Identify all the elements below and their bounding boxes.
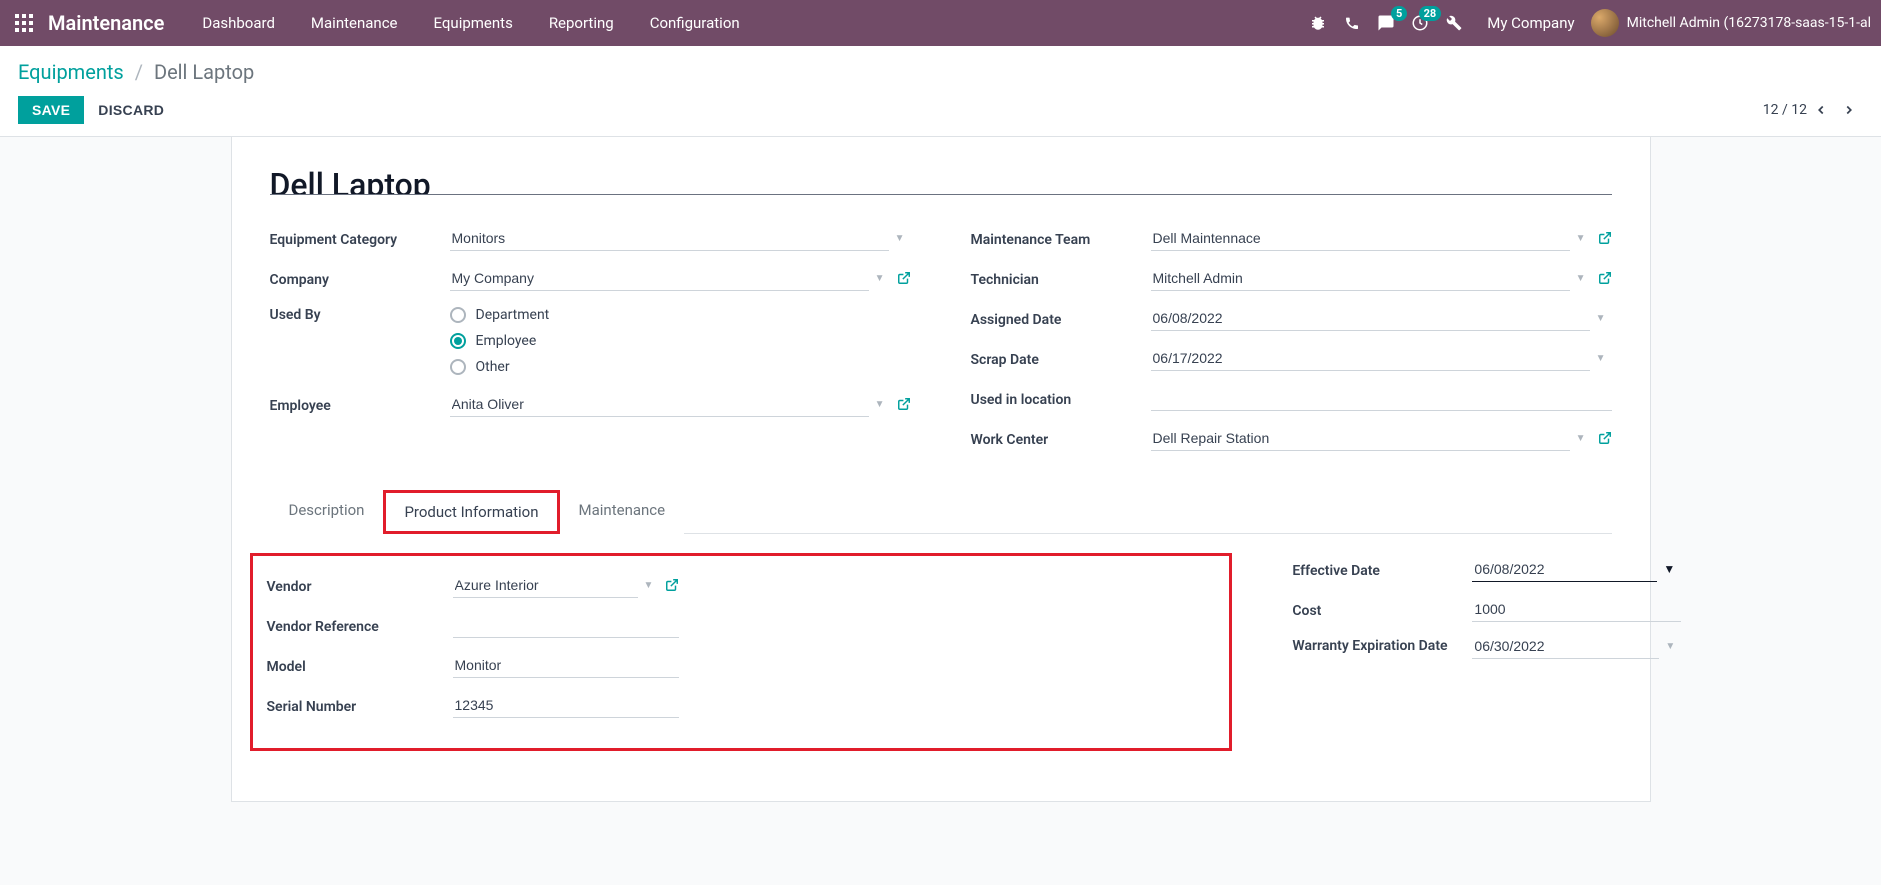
tab-maintenance[interactable]: Maintenance (560, 490, 685, 534)
vendor-input[interactable] (453, 573, 638, 598)
label-company: Company (270, 268, 450, 288)
maintenance-team-input[interactable] (1151, 226, 1570, 251)
scrap-date-input[interactable] (1151, 346, 1590, 371)
vendor-ref-input[interactable] (453, 613, 680, 638)
chevron-down-icon[interactable]: ▼ (1657, 562, 1681, 576)
form-left-column: Equipment Category ▼ Company ▼ (270, 223, 911, 463)
pager-text: 12 / 12 (1763, 102, 1807, 118)
effective-date-input[interactable] (1472, 557, 1657, 582)
chevron-down-icon[interactable]: ▼ (869, 273, 891, 284)
user-menu[interactable]: Mitchell Admin (16273178-saas-15-1-al (1627, 15, 1871, 31)
apps-icon[interactable] (10, 14, 38, 32)
save-button[interactable]: SAVE (18, 96, 84, 124)
bug-icon[interactable] (1301, 6, 1335, 40)
chevron-down-icon[interactable]: ▼ (1659, 641, 1681, 652)
model-input[interactable] (453, 653, 680, 678)
label-model: Model (267, 655, 453, 675)
external-link-icon[interactable] (891, 397, 911, 411)
work-center-input[interactable] (1151, 426, 1570, 451)
employee-input[interactable] (450, 392, 869, 417)
label-work-center: Work Center (971, 428, 1151, 448)
equipment-category-input[interactable] (450, 226, 889, 251)
form-right-column: Maintenance Team ▼ Technician ▼ (971, 223, 1612, 463)
nav-reporting[interactable]: Reporting (531, 14, 632, 32)
label-equipment-category: Equipment Category (270, 228, 450, 248)
activity-icon[interactable]: 28 (1403, 6, 1437, 40)
label-cost: Cost (1292, 599, 1472, 619)
label-warranty-expiration: Warranty Expiration Date (1292, 634, 1472, 654)
technician-input[interactable] (1151, 266, 1570, 291)
radio-other[interactable]: Other (450, 359, 550, 375)
tab-content-product-information: Vendor ▼ Vendor Reference (270, 534, 1612, 751)
chevron-down-icon[interactable]: ▼ (638, 580, 660, 591)
nav-maintenance[interactable]: Maintenance (293, 14, 416, 32)
nav-equipments[interactable]: Equipments (416, 14, 531, 32)
control-bar: Equipments / Dell Laptop SAVE DISCARD 12… (0, 46, 1881, 137)
tab-description[interactable]: Description (270, 490, 384, 534)
tab-product-information[interactable]: Product Information (383, 490, 559, 534)
pager-prev-icon[interactable] (1807, 96, 1835, 124)
label-maintenance-team: Maintenance Team (971, 228, 1151, 248)
radio-label: Department (476, 307, 550, 323)
external-link-icon[interactable] (1592, 231, 1612, 245)
breadcrumb-separator: / (135, 60, 143, 84)
breadcrumb-root[interactable]: Equipments (18, 60, 124, 84)
radio-employee[interactable]: Employee (450, 333, 550, 349)
warranty-expiration-input[interactable] (1472, 634, 1659, 659)
chevron-down-icon[interactable]: ▼ (1570, 233, 1592, 244)
serial-number-input[interactable] (453, 693, 680, 718)
pager-next-icon[interactable] (1835, 96, 1863, 124)
label-effective-date: Effective Date (1292, 559, 1472, 579)
tools-icon[interactable] (1437, 6, 1471, 40)
form-sheet: Dell Laptop Equipment Category ▼ Company… (231, 137, 1651, 802)
nav-configuration[interactable]: Configuration (632, 14, 758, 32)
discard-button[interactable]: DISCARD (98, 102, 164, 118)
phone-icon[interactable] (1335, 6, 1369, 40)
breadcrumb-current: Dell Laptop (154, 60, 254, 84)
external-link-icon[interactable] (1592, 271, 1612, 285)
company-input[interactable] (450, 266, 869, 291)
tab-bar: Description Product Information Maintena… (270, 489, 1612, 534)
label-serial-number: Serial Number (267, 695, 453, 715)
label-vendor-ref: Vendor Reference (267, 615, 453, 635)
label-used-by: Used By (270, 303, 450, 323)
chevron-down-icon[interactable]: ▼ (1570, 433, 1592, 444)
used-location-input[interactable] (1151, 386, 1612, 411)
assigned-date-input[interactable] (1151, 306, 1590, 331)
module-brand[interactable]: Maintenance (48, 11, 164, 35)
chevron-down-icon[interactable]: ▼ (869, 399, 891, 410)
messages-icon[interactable]: 5 (1369, 6, 1403, 40)
external-link-icon[interactable] (659, 578, 679, 592)
radio-label: Employee (476, 333, 537, 349)
radio-department[interactable]: Department (450, 307, 550, 323)
cost-input[interactable] (1472, 597, 1681, 622)
pager: 12 / 12 (1763, 96, 1863, 124)
label-employee: Employee (270, 394, 450, 414)
external-link-icon[interactable] (1592, 431, 1612, 445)
breadcrumb: Equipments / Dell Laptop (0, 46, 1881, 88)
company-switcher[interactable]: My Company (1487, 14, 1574, 32)
used-by-radio-group: Department Employee Other (450, 303, 550, 375)
nav-dashboard[interactable]: Dashboard (184, 14, 293, 32)
chevron-down-icon[interactable]: ▼ (1590, 313, 1612, 324)
chevron-down-icon[interactable]: ▼ (1570, 273, 1592, 284)
label-used-location: Used in location (971, 388, 1151, 408)
chevron-down-icon[interactable]: ▼ (889, 233, 911, 244)
external-link-icon[interactable] (891, 271, 911, 285)
label-assigned-date: Assigned Date (971, 308, 1151, 328)
top-navbar: Maintenance Dashboard Maintenance Equipm… (0, 0, 1881, 46)
highlight-vendor-block: Vendor ▼ Vendor Reference (250, 553, 1233, 751)
radio-label: Other (476, 359, 510, 375)
label-scrap-date: Scrap Date (971, 348, 1151, 368)
label-technician: Technician (971, 268, 1151, 288)
chevron-down-icon[interactable]: ▼ (1590, 353, 1612, 364)
label-vendor: Vendor (267, 575, 453, 595)
user-avatar[interactable] (1591, 9, 1619, 37)
equipment-name-input[interactable]: Dell Laptop (270, 161, 1612, 195)
